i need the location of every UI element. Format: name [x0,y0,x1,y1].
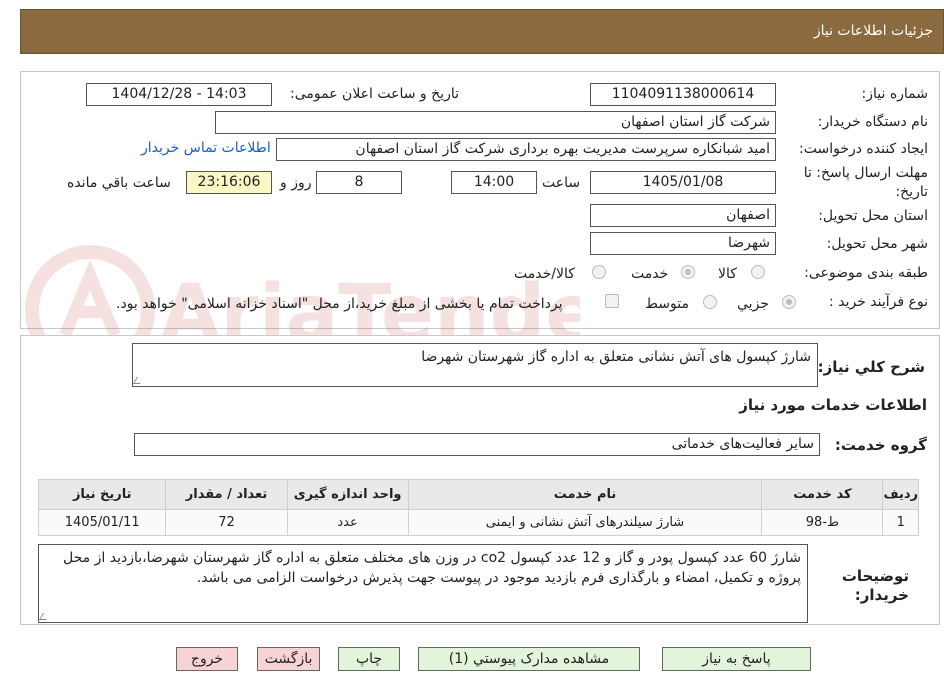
category-goods-label: کالا [718,266,737,282]
deadline-label-2: تاریخ: [895,184,928,200]
description-text: شارژ کپسول های آتش نشانی متعلق به اداره … [421,349,811,365]
deadline-time-field: 14:00 [451,171,537,194]
buyer-label: نام دستگاه خریدار: [817,114,928,130]
category-label: طبقه بندی موضوعی: [804,265,928,281]
need-info-panel [20,71,940,329]
table-header-row: ردیف کد خدمت نام خدمت واحد اندازه گیری ت… [37,479,919,510]
deadline-time-label: ساعت [542,175,581,191]
treasury-checkbox[interactable] [605,294,619,308]
payment-note: پرداخت تمام یا بخشی از مبلغ خرید،از محل … [116,296,563,312]
resize-grip-icon[interactable] [132,377,145,384]
category-goods-radio[interactable] [751,265,765,279]
category-service-radio[interactable] [681,265,695,279]
buyer-notes-text: شارژ 60 عدد کپسول پودر و گاز و 12 عدد کپ… [63,550,801,586]
cell-code: ط-98 [761,509,884,536]
announce-date-label: تاریخ و ساعت اعلان عمومی: [290,86,459,102]
deadline-label: مهلت ارسال پاسخ: تا [803,165,928,181]
province-field: اصفهان [590,204,776,227]
process-medium-label: متوسط [645,296,689,312]
col-date: تاریخ نیاز [37,479,167,510]
days-label: روز و [280,175,312,191]
col-row: ردیف [882,479,919,510]
remaining-time-field: 23:16:06 [186,171,272,194]
col-code: کد خدمت [761,479,884,510]
cell-unit: عدد [286,509,409,536]
category-goods-service-radio[interactable] [592,265,606,279]
col-unit: واحد اندازه گیری [286,479,409,510]
service-group-field: سایر فعالیت‌های خدماتی [134,433,820,456]
services-section-title: اطلاعات خدمات مورد نیاز [739,396,927,414]
process-label: نوع فرآیند خرید : [829,294,928,310]
reply-button[interactable]: پاسخ به نیاز [662,647,811,671]
attachments-button[interactable]: مشاهده مدارک پیوستي (1) [418,647,640,671]
remaining-time-label: ساعت باقي مانده [67,175,171,191]
city-label: شهر محل تحویل: [826,236,928,252]
buyer-field: شرکت گاز استان اصفهان [215,111,776,134]
process-minor-radio[interactable] [782,295,796,309]
service-group-label: گروه خدمت: [834,436,927,454]
requester-label: ایجاد کننده درخواست: [799,141,928,157]
page-header: جزئیات اطلاعات نیاز [20,9,944,54]
days-field: 8 [316,171,402,194]
col-qty: تعداد / مقدار [165,479,288,510]
services-table: ردیف کد خدمت نام خدمت واحد اندازه گیری ت… [37,479,919,536]
cell-name: شارژ سیلندرهای آتش نشانی و ایمنی [407,509,763,536]
buyer-notes-label: توضیحات [841,567,909,585]
buyer-contact-link[interactable]: اطلاعات تماس خریدار [141,140,271,156]
description-field[interactable]: شارژ کپسول های آتش نشانی متعلق به اداره … [132,343,818,387]
category-goods-service-label: کالا/خدمت [514,266,575,282]
buyer-notes-label-2: خریدار: [854,586,909,604]
cell-row: 1 [882,509,919,536]
table-row: 1 ط-98 شارژ سیلندرهای آتش نشانی و ایمنی … [37,509,919,536]
deadline-date-field: 1405/01/08 [590,171,776,194]
process-medium-radio[interactable] [703,295,717,309]
print-button[interactable]: چاپ [338,647,400,671]
exit-button[interactable]: خروج [176,647,238,671]
page-title: جزئیات اطلاعات نیاز [813,23,933,39]
cell-date: 1405/01/11 [37,509,167,536]
need-number-field: 1104091138000614 [590,83,776,106]
need-number-label: شماره نیاز: [861,86,929,102]
announce-date-field: 1404/12/28 - 14:03 [86,83,272,106]
col-name: نام خدمت [407,479,763,510]
description-label: شرح کلي نیاز: [817,358,925,376]
back-button[interactable]: بازگشت [257,647,320,671]
category-service-label: خدمت [631,266,669,282]
requester-field: امید شبانکاره سرپرست مدیریت بهره برداری … [276,138,776,161]
resize-grip-icon[interactable] [38,613,51,620]
buyer-notes-field[interactable]: شارژ 60 عدد کپسول پودر و گاز و 12 عدد کپ… [38,544,808,623]
province-label: استان محل تحویل: [818,208,928,224]
city-field: شهرضا [590,232,776,255]
process-minor-label: جزیي [737,296,769,312]
cell-qty: 72 [165,509,288,536]
